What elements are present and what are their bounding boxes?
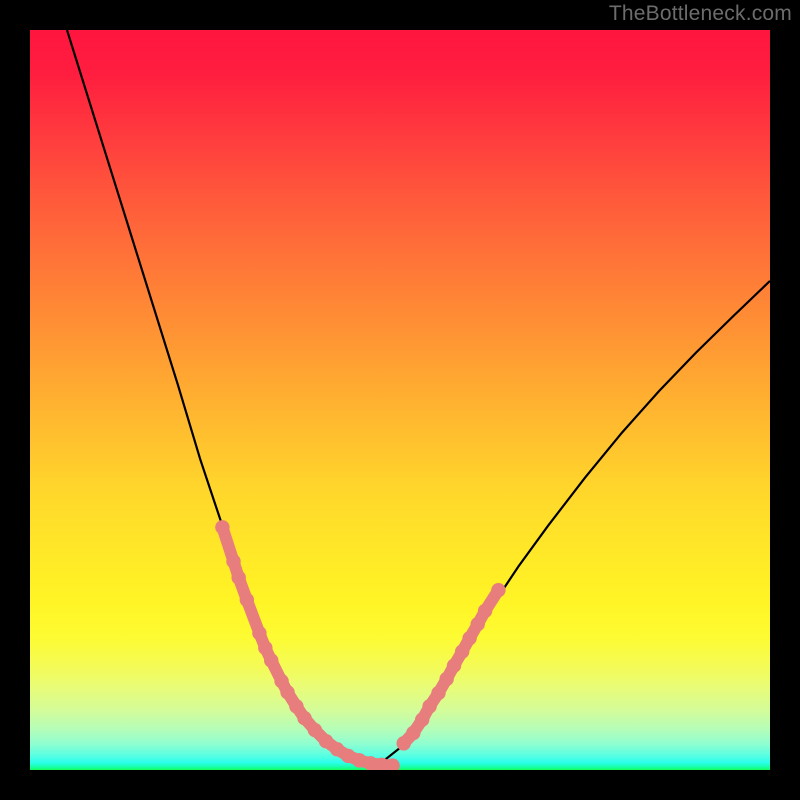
- chart-frame: TheBottleneck.com: [0, 0, 800, 800]
- bead-point: [422, 699, 436, 713]
- beads-left-links: [222, 527, 392, 765]
- curve-left: [67, 30, 370, 766]
- bead-point: [215, 520, 229, 534]
- chart-svg: [30, 30, 770, 770]
- bead-point: [297, 711, 311, 725]
- bead-point: [455, 644, 469, 658]
- curve-right: [370, 281, 770, 766]
- bead-point: [226, 554, 240, 568]
- bead-point: [252, 626, 266, 640]
- bead-point: [439, 672, 453, 686]
- bead-point: [478, 604, 492, 618]
- bead-point: [406, 726, 420, 740]
- plot-area: [30, 30, 770, 770]
- bead-point: [258, 641, 272, 655]
- bead-point: [264, 653, 278, 667]
- bead-point: [289, 699, 303, 713]
- bead-point: [280, 685, 294, 699]
- bead-point: [431, 686, 445, 700]
- bead-point: [415, 712, 429, 726]
- bead-point: [462, 631, 476, 645]
- bead-point: [308, 723, 322, 737]
- bead-point: [491, 583, 505, 597]
- watermark-text: TheBottleneck.com: [609, 2, 792, 26]
- bead-point: [231, 570, 245, 584]
- bead-point: [471, 617, 485, 631]
- bead-point: [447, 658, 461, 672]
- beads-left: [215, 520, 400, 770]
- bead-point: [240, 593, 254, 607]
